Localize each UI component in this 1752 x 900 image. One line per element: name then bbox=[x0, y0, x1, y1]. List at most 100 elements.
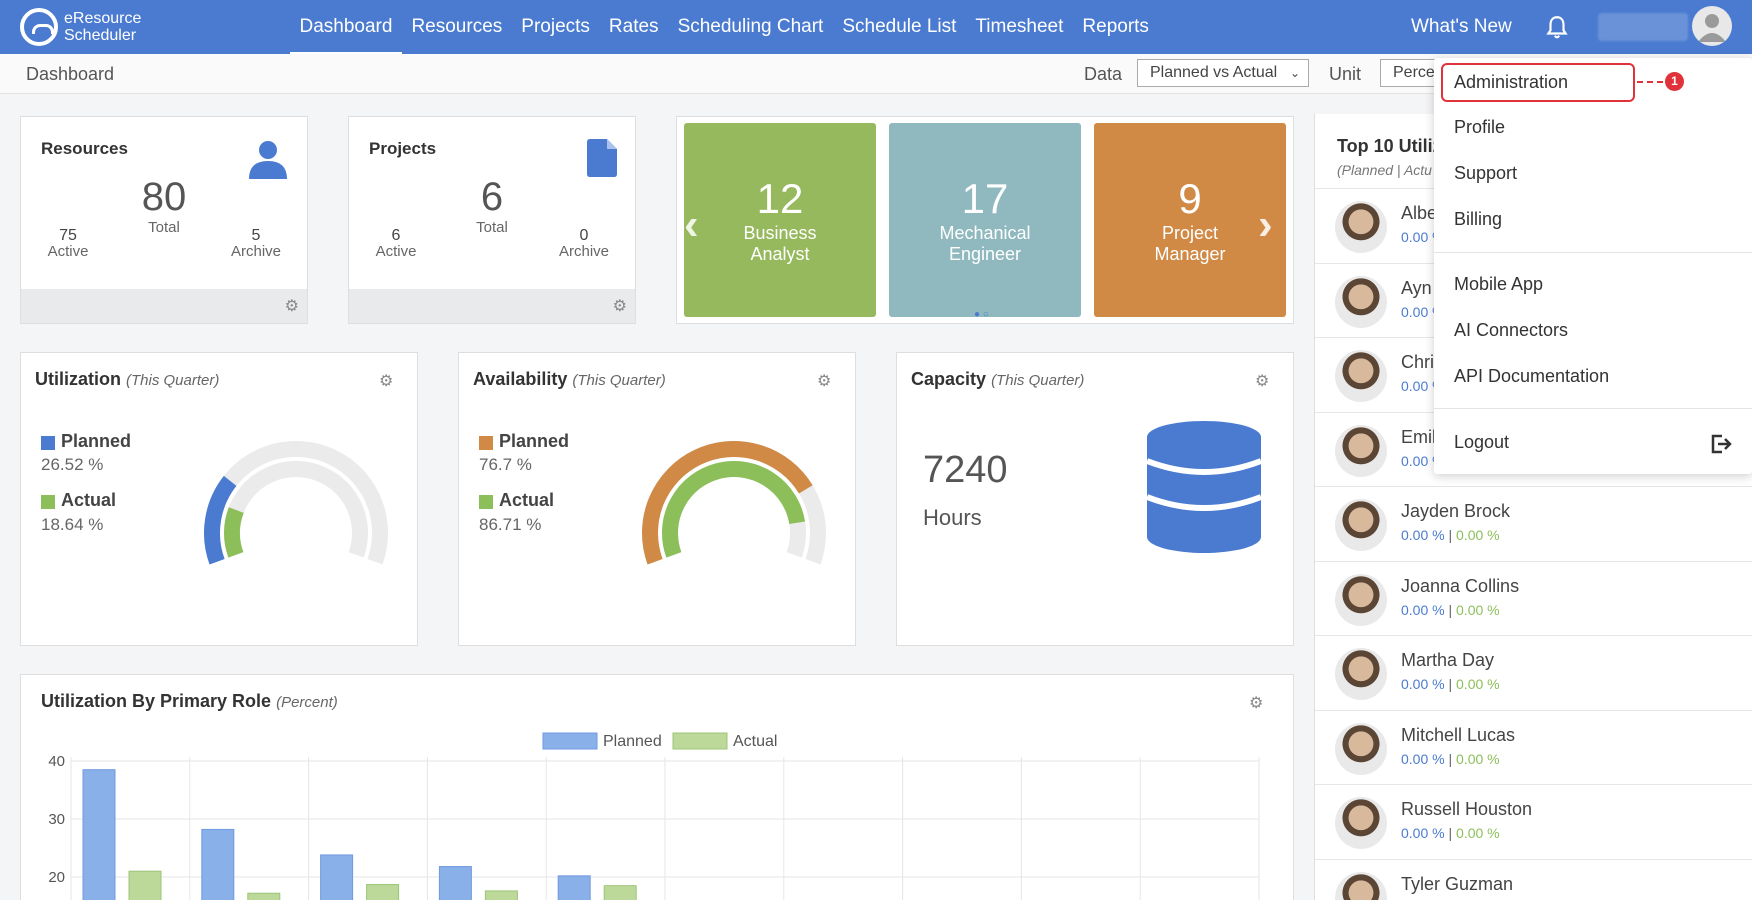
bar-actual bbox=[603, 885, 637, 900]
resources-panel: Resources 80 Total 75 Active 5 Archive ⚙ bbox=[20, 116, 308, 324]
person-actual: 0.00 % bbox=[1456, 676, 1500, 692]
menu-divider bbox=[1434, 408, 1752, 409]
role-tile-business-analyst[interactable]: 12 Business Analyst bbox=[684, 123, 876, 317]
nav-resources[interactable]: Resources bbox=[402, 0, 512, 54]
menu-item-mobile-app[interactable]: Mobile App bbox=[1454, 274, 1543, 295]
role-tile-count: 12 bbox=[756, 175, 804, 222]
list-item[interactable]: Mitchell Lucas 0.00 % | 0.00 % bbox=[1315, 709, 1752, 784]
availability-actual-label: Actual bbox=[499, 490, 555, 510]
logout-icon bbox=[1711, 434, 1732, 454]
resources-title: Resources bbox=[41, 139, 128, 158]
person-planned: 0.00 % bbox=[1401, 825, 1445, 841]
carousel-dots[interactable]: ● ○ bbox=[974, 309, 989, 320]
menu-item-logout[interactable]: Logout bbox=[1454, 432, 1732, 454]
nav-timesheet[interactable]: Timesheet bbox=[966, 0, 1073, 54]
person-name: Jayden Brock bbox=[1401, 501, 1511, 521]
list-item[interactable]: Martha Day 0.00 % | 0.00 % bbox=[1315, 635, 1752, 709]
value-separator: | bbox=[1444, 676, 1457, 692]
bell-icon[interactable] bbox=[1544, 14, 1570, 40]
role-tile-count: 17 bbox=[961, 175, 1009, 222]
data-select[interactable]: Planned vs Actual ⌄ bbox=[1137, 59, 1309, 87]
list-item[interactable]: Tyler Guzman bbox=[1315, 858, 1752, 900]
person-planned: 0.00 % bbox=[1401, 750, 1445, 767]
person-name: Martha Day bbox=[1401, 650, 1495, 670]
projects-archive-label: Archive bbox=[558, 243, 610, 260]
capacity-title: Capacity (This Quarter) bbox=[911, 369, 1085, 389]
role-tile-label: Analyst bbox=[750, 244, 810, 264]
menu-item-support[interactable]: Support bbox=[1454, 163, 1517, 184]
legend-planned-label: Planned bbox=[603, 733, 662, 750]
y-tick-label: 40 bbox=[48, 753, 65, 770]
gear-icon[interactable]: ⚙ bbox=[379, 371, 393, 391]
list-item[interactable]: Russell Houston 0.00 % | 0.00 % bbox=[1315, 784, 1752, 858]
gear-icon[interactable]: ⚙ bbox=[1255, 371, 1269, 391]
bar-planned bbox=[438, 866, 472, 900]
resources-active-label: Active bbox=[47, 243, 89, 260]
availability-planned-label: Planned bbox=[499, 431, 570, 451]
role-tile-label: Business bbox=[743, 223, 817, 243]
availability-gauge bbox=[642, 441, 826, 565]
person-utilization: 0.00 % | 0.00 % bbox=[1401, 825, 1500, 841]
list-item[interactable]: Jayden Brock 0.00 % | 0.00 % bbox=[1315, 486, 1752, 560]
gear-icon[interactable]: ⚙ bbox=[817, 371, 831, 391]
capacity-unit: Hours bbox=[923, 505, 982, 530]
nav-schedule-list[interactable]: Schedule List bbox=[833, 0, 966, 54]
person-actual: 0.00 % bbox=[1456, 825, 1500, 841]
availability-title: Availability (This Quarter) bbox=[473, 369, 666, 389]
utilization-gauge bbox=[204, 441, 388, 565]
menu-item-profile[interactable]: Profile bbox=[1454, 117, 1505, 138]
availability-actual-value: 86.71 % bbox=[479, 515, 542, 534]
menu-item-billing[interactable]: Billing bbox=[1454, 209, 1502, 230]
data-label: Data bbox=[1084, 64, 1123, 84]
projects-total: 6 bbox=[480, 175, 504, 219]
nav-dashboard[interactable]: Dashboard bbox=[290, 0, 402, 54]
person-planned: 0.00 % bbox=[1401, 527, 1445, 543]
actual-swatch bbox=[41, 495, 55, 509]
person-avatar bbox=[1335, 350, 1387, 402]
data-select-value: Planned vs Actual bbox=[1150, 64, 1278, 81]
bar-planned bbox=[320, 854, 354, 900]
person-actual: 0.00 % bbox=[1456, 750, 1500, 767]
utilization-actual-label: Actual bbox=[61, 490, 117, 510]
whats-new-link[interactable]: What's New bbox=[1411, 0, 1512, 54]
role-tile-mechanical-engineer[interactable]: 17 Mechanical Engineer bbox=[889, 123, 1081, 317]
username-blurred[interactable] bbox=[1598, 13, 1688, 41]
nav-reports[interactable]: Reports bbox=[1073, 0, 1159, 54]
app-logo[interactable]: eResource Scheduler bbox=[20, 8, 141, 46]
carousel-next-icon[interactable]: › bbox=[1258, 200, 1273, 250]
planned-swatch bbox=[41, 436, 55, 450]
user-menu-dropdown: Administration Profile Support Billing M… bbox=[1434, 58, 1752, 474]
gear-icon[interactable]: ⚙ bbox=[285, 296, 299, 316]
resources-total: 80 bbox=[141, 175, 187, 219]
user-avatar[interactable] bbox=[1692, 6, 1732, 46]
nav-rates[interactable]: Rates bbox=[599, 0, 668, 54]
annotation-badge: 1 bbox=[1665, 72, 1684, 91]
utilization-card: Utilization (This Quarter) ⚙ Planned 26.… bbox=[20, 352, 418, 646]
resources-archive-label: Archive bbox=[230, 243, 282, 260]
bar-planned bbox=[82, 769, 116, 900]
carousel-prev-icon[interactable]: ‹ bbox=[684, 200, 699, 250]
person-name: Russell Houston bbox=[1401, 799, 1533, 819]
gear-icon[interactable]: ⚙ bbox=[613, 296, 627, 316]
person-name: Albe bbox=[1401, 203, 1438, 223]
utilization-planned-label: Planned bbox=[61, 431, 132, 451]
y-tick-label: 30 bbox=[48, 811, 65, 828]
main-nav: Dashboard Resources Projects Rates Sched… bbox=[290, 0, 1158, 54]
list-item[interactable]: Joanna Collins 0.00 % | 0.00 % bbox=[1315, 560, 1752, 635]
menu-item-api-documentation[interactable]: API Documentation bbox=[1454, 366, 1609, 387]
annotation-connector bbox=[1637, 81, 1663, 83]
utilization-actual-arc bbox=[224, 507, 244, 558]
person-planned: 0.00 % bbox=[1401, 601, 1445, 618]
chevron-down-icon: ⌄ bbox=[1289, 66, 1300, 80]
menu-item-ai-connectors[interactable]: AI Connectors bbox=[1454, 320, 1568, 341]
value-separator: | bbox=[1444, 527, 1457, 543]
nav-scheduling-chart[interactable]: Scheduling Chart bbox=[668, 0, 833, 54]
capacity-card: Capacity (This Quarter) ⚙ 7240 Hours bbox=[896, 352, 1294, 646]
top10-subtitle: (Planned | Actu bbox=[1337, 162, 1432, 178]
person-avatar bbox=[1335, 797, 1387, 849]
availability-card: Availability (This Quarter) ⚙ Planned 76… bbox=[458, 352, 856, 646]
value-separator: | bbox=[1444, 750, 1457, 767]
bar-actual bbox=[484, 890, 518, 900]
nav-projects[interactable]: Projects bbox=[512, 0, 600, 54]
person-utilization: 0.00 % | 0.00 % bbox=[1401, 751, 1500, 767]
